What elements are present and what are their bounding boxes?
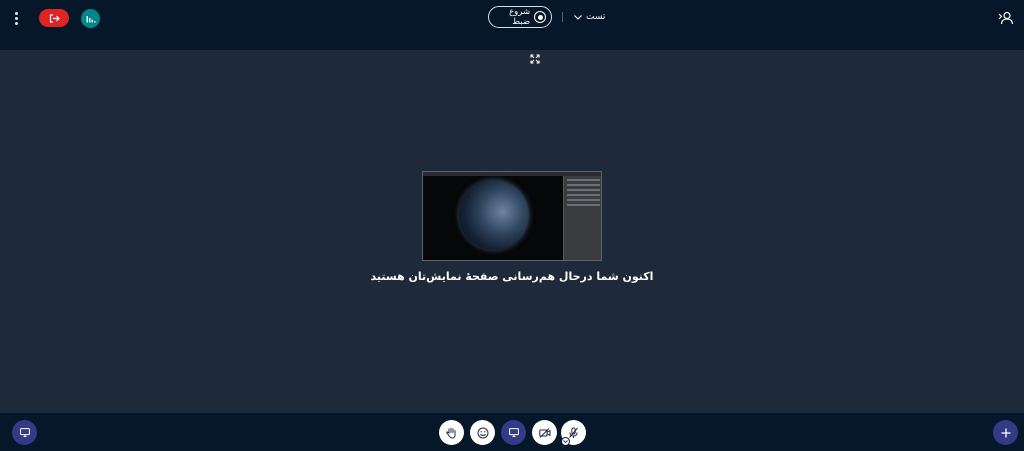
screenshare-preview: [422, 171, 602, 261]
user-list-button[interactable]: [998, 10, 1014, 25]
preview-side-panel: [563, 176, 601, 260]
top-center-controls: شروع ضبط تست: [488, 6, 605, 28]
record-label: شروع ضبط: [509, 7, 531, 27]
hand-icon: [446, 427, 456, 439]
reactions-button[interactable]: [470, 420, 495, 445]
audio-settings-chevron-icon[interactable]: [561, 437, 570, 446]
options-menu-icon[interactable]: [10, 8, 22, 28]
fullscreen-icon: [530, 54, 540, 64]
raise-hand-button[interactable]: [439, 420, 464, 445]
top-left-controls: [10, 8, 100, 28]
mic-off-icon: [569, 427, 578, 438]
camera-toggle-button[interactable]: [532, 420, 557, 445]
screenshare-status-message: اکنون شما درحال هم‌رسانی صفحهٔ نمایش‌تان…: [370, 270, 654, 283]
camera-off-icon: [538, 427, 550, 438]
plus-icon: [1001, 428, 1010, 437]
smiley-icon: [477, 427, 488, 438]
top-bar: شروع ضبط تست: [0, 0, 1024, 50]
leave-meeting-button[interactable]: [39, 9, 69, 27]
add-actions-button[interactable]: [993, 420, 1018, 445]
chevron-down-icon: [574, 14, 582, 20]
monitor-icon: [508, 428, 519, 437]
screenshare-toggle-button[interactable]: [12, 420, 37, 445]
fullscreen-button[interactable]: [528, 53, 542, 65]
divider: [562, 12, 563, 22]
start-recording-button[interactable]: شروع ضبط: [488, 6, 552, 28]
monitor-icon: [19, 428, 30, 437]
meeting-name: تست: [586, 12, 606, 22]
stats-icon: [86, 15, 95, 22]
exit-icon: [49, 13, 60, 23]
connection-stats-button[interactable]: [81, 8, 100, 28]
user-list-icon: [998, 11, 1014, 25]
earth-image: [459, 180, 529, 250]
record-icon: [534, 11, 546, 23]
meeting-name-dropdown[interactable]: تست: [574, 12, 605, 22]
share-screen-button[interactable]: [501, 420, 526, 445]
